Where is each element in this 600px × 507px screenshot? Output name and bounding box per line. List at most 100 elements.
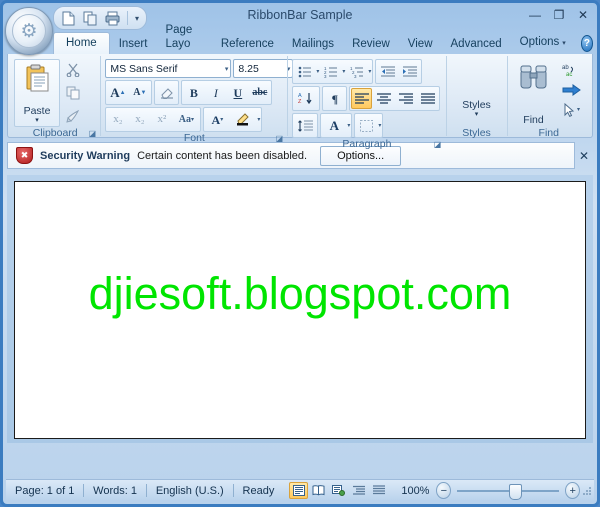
copy-icon[interactable] [62,82,83,103]
grow-font-icon[interactable]: A ▲ [107,82,128,103]
font-group-body: MS Sans Serif ▾ 8.25 ▾ A ▲ A ▼ B I U abc… [101,56,294,132]
styles-button[interactable]: Styles ▾ [451,59,503,127]
svg-text:Z: Z [298,99,302,105]
underline-label: U [233,85,243,100]
align-center-icon[interactable] [373,88,394,109]
justify-icon[interactable] [417,88,438,109]
tab-insert[interactable]: Insert [110,34,157,54]
zoom-slider[interactable] [457,483,560,500]
draft-view-button[interactable] [369,482,388,499]
font-color-button[interactable]: A ▾ [205,109,229,130]
borders-icon[interactable] [356,115,377,136]
tab-options[interactable]: Options ▾ [511,32,575,54]
tab-home[interactable]: Home [53,32,110,54]
find-group-label: Find [508,127,591,139]
change-case-label: Aa [178,113,191,125]
decrease-indent-icon[interactable] [377,61,398,82]
underline-button[interactable]: U [227,82,248,103]
goto-icon[interactable] [559,82,585,98]
status-words[interactable]: Words: 1 [84,485,146,497]
outline-view-button[interactable] [349,482,368,499]
paragraph-group-label: Paragraph ◪ [288,138,445,150]
tab-mailings[interactable]: Mailings [283,34,343,54]
security-warning-close-icon[interactable]: ✕ [575,149,593,163]
clipboard-label-text: Clipboard [32,127,78,139]
select-icon[interactable]: ▾ [559,101,585,118]
status-page[interactable]: Page: 1 of 1 [6,485,83,497]
help-icon[interactable]: ? [580,35,593,52]
shading-icon[interactable]: A [322,115,346,136]
formatting-marks-icon[interactable]: ¶ [324,88,345,109]
font-name-combo[interactable]: MS Sans Serif ▾ [105,59,232,78]
chevron-down-icon[interactable]: ▾ [347,122,350,129]
resize-grip[interactable] [580,484,592,498]
zoom-slider-handle[interactable] [509,484,523,500]
print-layout-view-button[interactable] [289,482,309,499]
application-window: ⚙ ▾ RibbonBar Sample — ❐ ✕ Home Insert P… [0,0,600,507]
multilevel-list-icon[interactable]: 123 [346,61,367,82]
increase-indent-icon[interactable] [399,61,420,82]
dialog-launcher-icon[interactable]: ◪ [274,133,284,143]
paste-button[interactable]: Paste ▾ [14,59,60,127]
strikethrough-button[interactable]: abc [249,82,270,103]
subscript-alt-label: x₂ [135,113,145,125]
replace-icon[interactable]: ab ac [559,61,585,79]
indent-buttons [375,59,423,84]
document-area[interactable]: djiesoft.blogspot.com [7,175,593,443]
bullets-icon[interactable] [294,61,315,82]
align-right-icon[interactable] [395,88,416,109]
dialog-launcher-icon[interactable]: ◪ [433,139,443,149]
chevron-down-icon[interactable]: ▾ [257,116,260,123]
clear-formatting-icon[interactable] [156,82,177,103]
subscript-button[interactable]: x₂ [107,109,128,130]
web-layout-view-button[interactable] [329,482,348,499]
security-warning-title: Security Warning [40,149,131,162]
italic-button[interactable]: I [205,82,226,103]
minimize-button[interactable]: — [526,7,544,23]
document-page[interactable] [14,181,586,439]
tab-view[interactable]: View [399,34,442,54]
chevron-down-icon[interactable]: ▾ [368,68,371,75]
subscript-alt-button[interactable]: x₂ [129,109,150,130]
shading-label: A [329,118,340,133]
ribbon-group-clipboard: Paste ▾ Clipboard ◪ [10,56,100,139]
find-button[interactable]: Find [512,59,556,127]
ribbon-tab-bar: Home Insert Page Layo Reference Mailings… [53,24,593,54]
bold-button[interactable]: B [183,82,204,103]
close-button[interactable]: ✕ [574,7,592,23]
subscript-label: x₂ [113,113,123,125]
chevron-down-icon[interactable]: ▾ [316,68,319,75]
zoom-in-button[interactable]: + [565,482,581,499]
highlight-button[interactable] [230,109,256,130]
status-language[interactable]: English (U.S.) [147,485,233,497]
tab-page-layout[interactable]: Page Layo [156,20,211,54]
dialog-launcher-icon[interactable]: ◪ [87,128,97,138]
chevron-down-icon: ▾ [35,117,39,124]
sort-icon[interactable]: AZ [294,88,318,109]
line-spacing-icon[interactable] [294,115,316,136]
tab-reference[interactable]: Reference [212,34,283,54]
shrink-font-icon[interactable]: A ▼ [129,82,150,103]
zoom-out-button[interactable]: − [436,482,452,499]
full-screen-reading-view-button[interactable] [309,482,328,499]
chevron-down-icon[interactable]: ▾ [378,122,381,129]
tab-review[interactable]: Review [343,34,399,54]
superscript-button[interactable]: x² [151,109,172,130]
numbering-icon[interactable]: 123 [320,61,341,82]
format-painter-icon[interactable] [62,105,83,126]
find-group-body: Find ab ac ▾ [508,56,591,127]
clear-formatting-box [154,80,180,105]
status-bar: Page: 1 of 1 Words: 1 English (U.S.) Rea… [6,479,594,501]
zoom-level-label[interactable]: 100% [394,485,436,497]
change-case-button[interactable]: Aa ▾ [173,109,199,130]
chevron-down-icon[interactable]: ▾ [342,68,345,75]
styles-label-text: Styles [462,127,491,139]
office-button[interactable]: ⚙ [5,7,53,55]
marks-label: ¶ [331,91,339,106]
align-left-icon[interactable] [351,88,373,109]
maximize-button[interactable]: ❐ [550,7,568,23]
find-label: Find [523,114,544,126]
cut-icon[interactable] [62,59,83,80]
font-size-combo[interactable]: 8.25 ▾ [233,59,294,78]
tab-advanced[interactable]: Advanced [442,34,511,54]
